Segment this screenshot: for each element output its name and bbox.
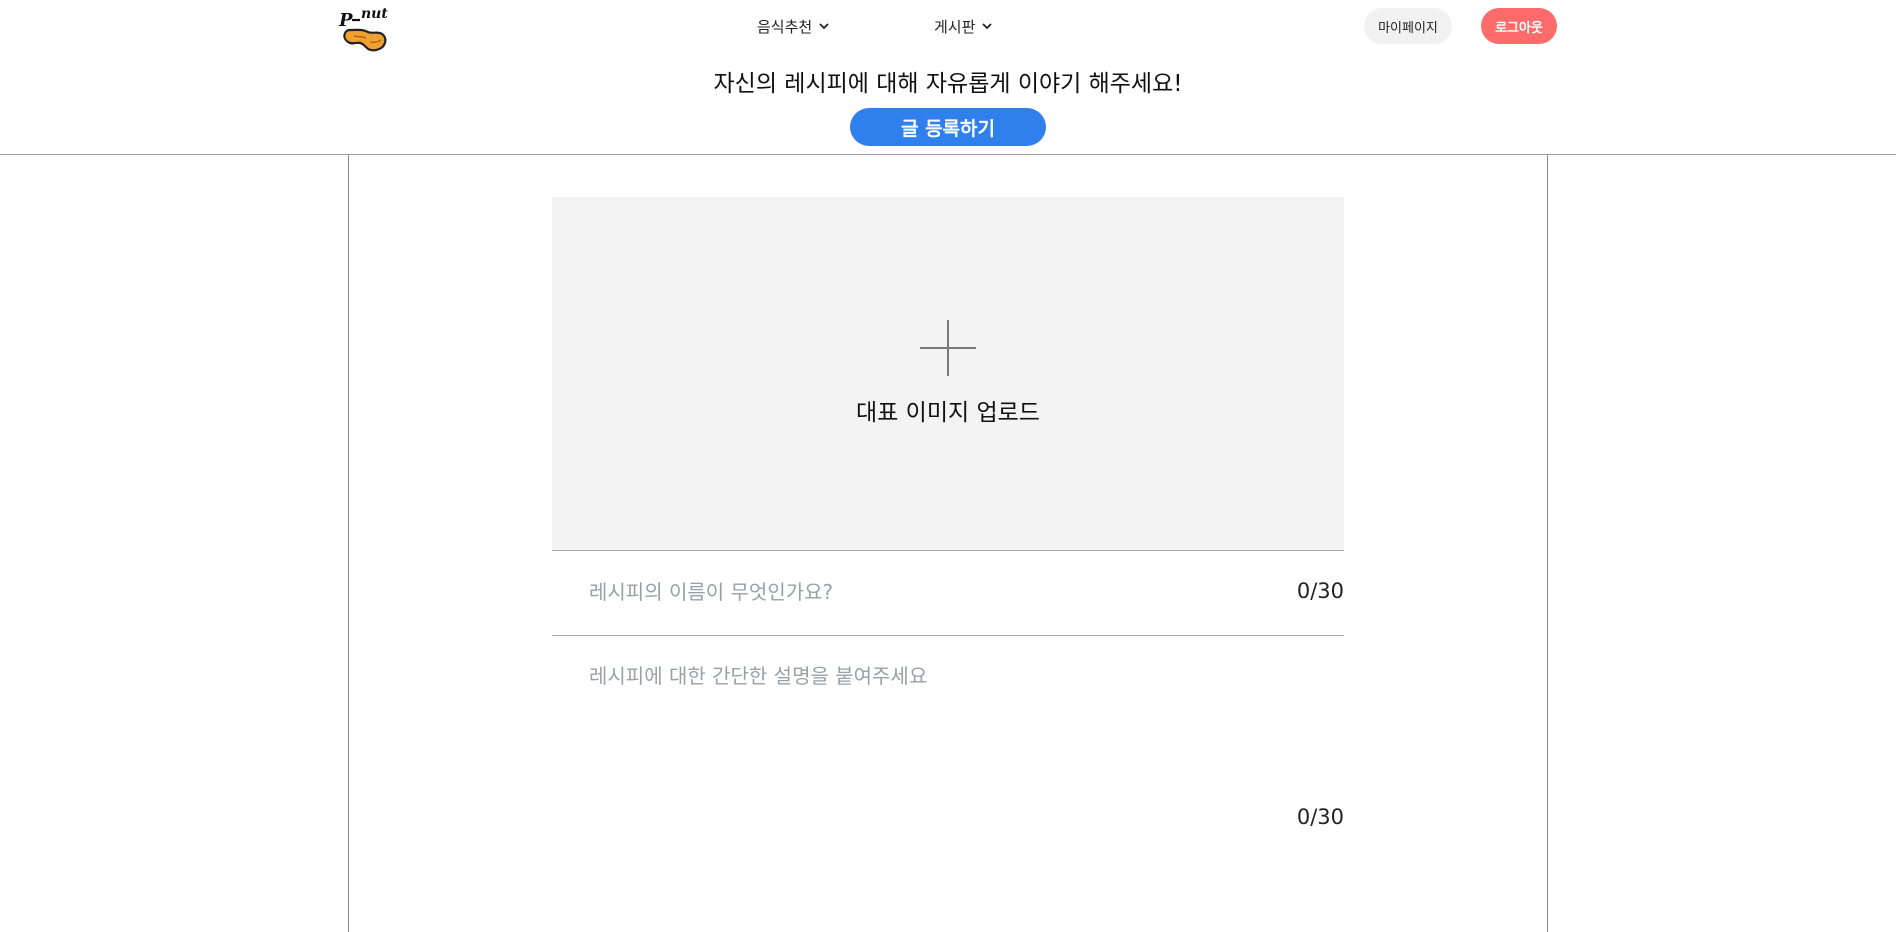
nav-food-recommend-label: 음식추천	[757, 17, 813, 36]
content-frame-right-border	[1547, 155, 1548, 932]
plus-icon	[920, 320, 976, 376]
svg-text:nut: nut	[361, 6, 388, 22]
divider	[552, 635, 1344, 636]
logo-image: P nut	[338, 6, 388, 52]
nav-board[interactable]: 게시판	[934, 14, 993, 38]
chevron-down-icon	[982, 23, 993, 30]
divider	[552, 550, 1344, 551]
description-char-counter: 0/30	[1296, 805, 1344, 829]
banner-text: 자신의 레시피에 대해 자유롭게 이야기 해주세요!	[713, 71, 1183, 97]
recipe-title-input[interactable]	[589, 574, 1249, 610]
nav-food-recommend[interactable]: 음식추천	[757, 14, 830, 38]
nav-board-label: 게시판	[934, 17, 976, 36]
image-upload-area[interactable]: 대표 이미지 업로드	[552, 197, 1344, 550]
chevron-down-icon	[819, 23, 829, 30]
header-divider	[0, 154, 1896, 155]
logout-button[interactable]: 로그아웃	[1481, 8, 1557, 44]
content-frame-left-border	[348, 155, 349, 932]
page: P nut 음식추천 게시판 마이페이지 로그아웃 자신의 레시피에 대해 자유…	[0, 0, 1896, 932]
upload-label: 대표 이미지 업로드	[856, 400, 1040, 426]
svg-text:P: P	[338, 10, 353, 31]
mypage-button[interactable]: 마이페이지	[1364, 8, 1452, 44]
recipe-description-input[interactable]	[589, 660, 1309, 780]
pnut-logo[interactable]: P nut	[336, 0, 398, 54]
post-register-button[interactable]: 글 등록하기	[850, 108, 1046, 146]
title-char-counter: 0/30	[1296, 579, 1344, 603]
